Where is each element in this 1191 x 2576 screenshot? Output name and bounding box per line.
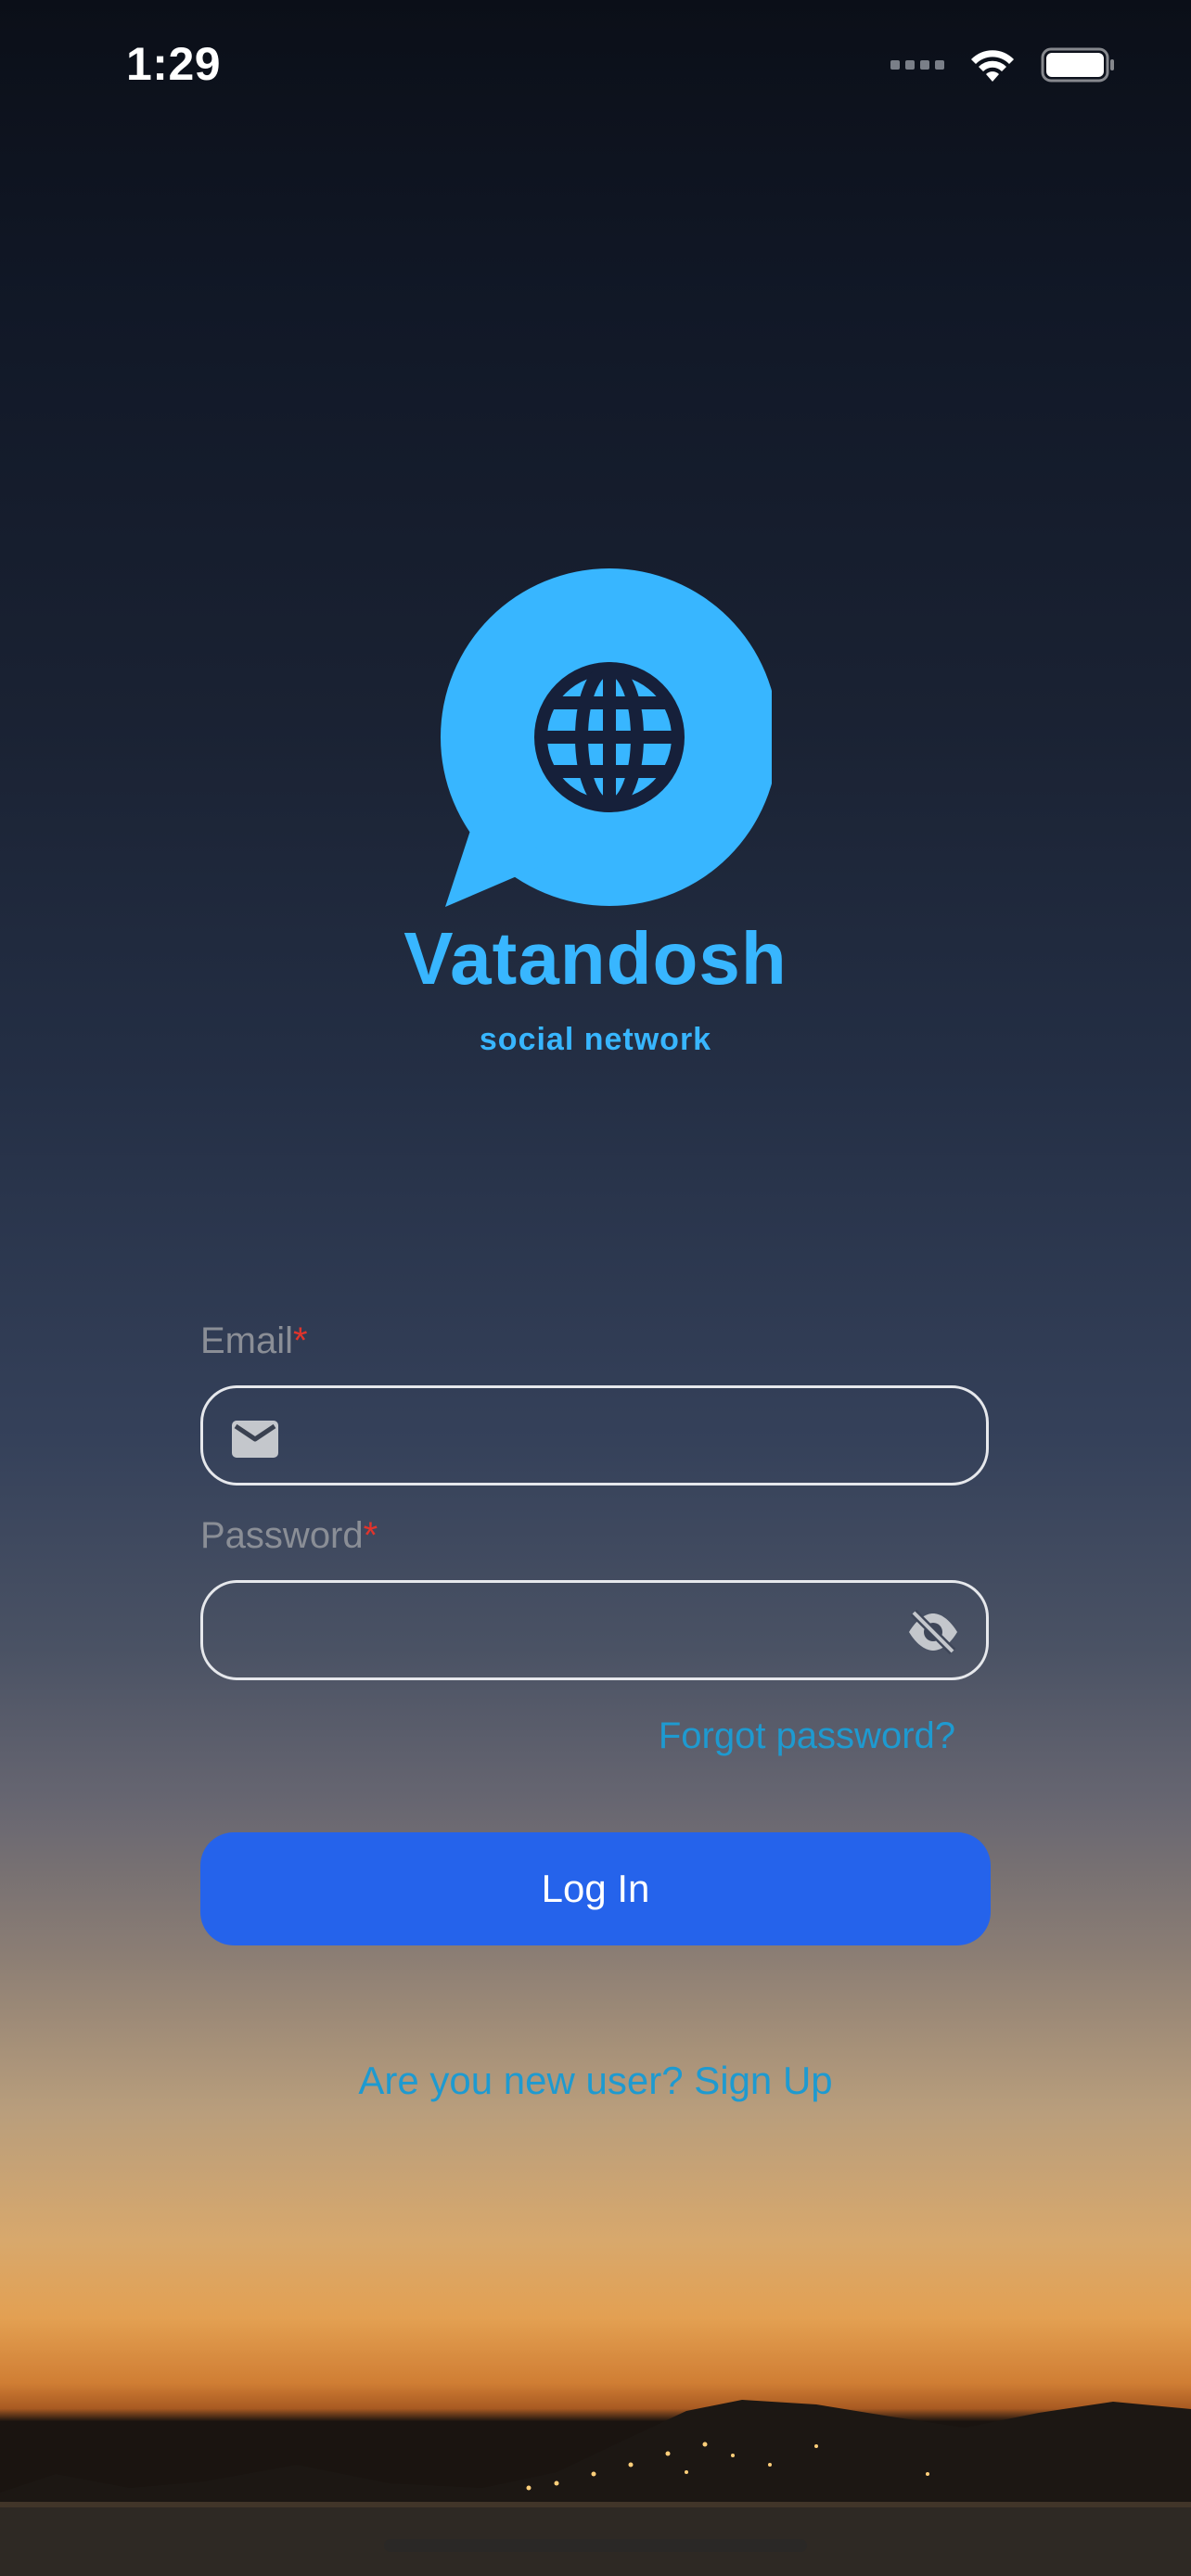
email-input[interactable]	[305, 1388, 884, 1483]
forgot-password-link[interactable]: Forgot password?	[659, 1715, 955, 1757]
envelope-icon	[232, 1421, 278, 1458]
status-time: 1:29	[126, 38, 222, 90]
email-label: Email*	[200, 1320, 308, 1362]
password-field[interactable]	[200, 1580, 989, 1680]
status-icons	[890, 46, 1117, 83]
signal-dots-icon	[890, 60, 944, 70]
globe-chat-bubble-icon	[441, 568, 772, 907]
login-button[interactable]: Log In	[200, 1832, 991, 1945]
signup-link[interactable]: Are you new user? Sign Up	[0, 2059, 1191, 2103]
brand-name: Vatandosh	[403, 917, 788, 1000]
brand-tagline: social network	[479, 1022, 712, 1057]
email-label-text: Email	[200, 1320, 294, 1361]
password-label: Password*	[200, 1515, 378, 1557]
password-label-text: Password	[200, 1515, 364, 1556]
app-logo	[0, 566, 1191, 909]
home-indicator	[384, 2539, 807, 2552]
wifi-icon	[971, 50, 1014, 82]
required-mark: *	[293, 1320, 308, 1361]
eye-slash-icon[interactable]	[906, 1609, 960, 1655]
battery-icon	[1041, 47, 1114, 83]
password-input[interactable]	[240, 1583, 884, 1677]
required-mark: *	[363, 1515, 378, 1556]
email-field[interactable]	[200, 1385, 989, 1486]
